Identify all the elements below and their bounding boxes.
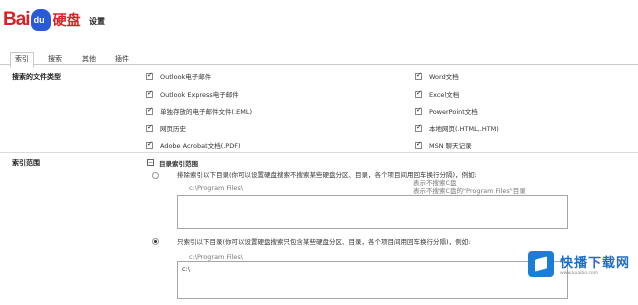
checkbox-label: 本地网页(.HTML,.HTM)	[429, 125, 499, 133]
checkbox-msn[interactable]: MSN 聊天记录	[415, 140, 472, 150]
checkbox-box[interactable]	[415, 89, 422, 98]
checkbox-box[interactable]	[415, 106, 422, 115]
exclude-dirs-textarea[interactable]	[177, 195, 568, 229]
checkbox-outlook[interactable]: Outlook电子邮件	[146, 71, 211, 81]
file-types-label: 搜索的文件类型	[12, 73, 61, 81]
tab-index[interactable]: 索引	[10, 52, 34, 68]
checkbox-powerpoint[interactable]: PowerPoint文档	[415, 106, 478, 116]
checkbox-box[interactable]	[415, 123, 422, 132]
collapse-icon[interactable]: −	[147, 159, 154, 166]
title-bar: Bai 硬盘 设置	[0, 0, 638, 44]
checkbox-label: PowerPoint文档	[429, 108, 478, 116]
paw-icon	[30, 9, 51, 31]
tab-other[interactable]: 其他	[82, 54, 96, 64]
index-range-label: 索引范围	[12, 159, 40, 167]
checkbox-box[interactable]	[146, 123, 153, 132]
include-example: c:\Program Files\	[189, 253, 243, 261]
logo-text-suffix: 硬盘	[52, 13, 81, 29]
checkbox-box[interactable]	[146, 71, 153, 80]
section-divider	[0, 152, 638, 153]
page-title: 设置	[89, 17, 105, 26]
watermark-title: 快播下载网	[560, 256, 631, 271]
kuaibo-logo-icon	[528, 251, 554, 277]
checkbox-box[interactable]	[146, 140, 153, 149]
checkbox-label: Outlook Express电子邮件	[160, 91, 239, 99]
watermark-text: 快播下载网 www.kuaibo.com	[560, 252, 630, 276]
exclude-example: c:\Program Files\	[189, 184, 243, 192]
checkbox-label: Excel文档	[429, 91, 460, 99]
checkbox-box[interactable]	[415, 140, 422, 149]
radio-include-only[interactable]	[152, 238, 159, 245]
checkbox-web-history[interactable]: 网页历史	[146, 123, 186, 133]
checkbox-label: Word文档	[429, 73, 459, 81]
tree-label: 目录索引范围	[159, 160, 198, 168]
checkbox-label: 网页历史	[160, 125, 186, 133]
checkbox-word[interactable]: Word文档	[415, 71, 459, 81]
radio-exclude[interactable]	[152, 172, 159, 179]
checkbox-html[interactable]: 本地网页(.HTML,.HTM)	[415, 123, 499, 133]
tab-plugins[interactable]: 插件	[115, 54, 129, 64]
checkbox-outlook-express[interactable]: Outlook Express电子邮件	[146, 89, 239, 99]
tab-search[interactable]: 搜索	[48, 54, 62, 64]
include-description: 只索引以下目录(你可以设置硬盘搜索只包含某些硬盘分区、目录，各个项目间用回车换行…	[177, 238, 471, 246]
include-dirs-value: c:\	[182, 265, 190, 273]
watermark-url: www.kuaibo.com	[560, 271, 598, 276]
baidu-logo: Bai 硬盘	[3, 5, 81, 35]
checkbox-label: MSN 聊天记录	[429, 142, 472, 150]
checkbox-box[interactable]	[146, 106, 153, 115]
checkbox-pdf[interactable]: Adobe Acrobat文档(.PDF)	[146, 140, 241, 150]
exclude-hint-program-files: 表示不搜索C盘的"Program Files"目录	[413, 187, 526, 195]
checkbox-label: 单独存放的电子邮件文件(.EML)	[160, 108, 252, 116]
checkbox-box[interactable]	[415, 71, 422, 80]
checkbox-label: Adobe Acrobat文档(.PDF)	[160, 142, 241, 150]
watermark: 快播下载网 www.kuaibo.com	[528, 246, 634, 282]
checkbox-eml[interactable]: 单独存放的电子邮件文件(.EML)	[146, 106, 252, 116]
checkbox-box[interactable]	[146, 89, 153, 98]
logo-text-bai: Bai	[3, 9, 31, 30]
settings-tabs: 索引 搜索 其他 插件	[0, 52, 638, 68]
checkbox-label: Outlook电子邮件	[160, 73, 212, 81]
checkbox-excel[interactable]: Excel文档	[415, 89, 459, 99]
include-dirs-textarea[interactable]: c:\	[177, 261, 568, 299]
